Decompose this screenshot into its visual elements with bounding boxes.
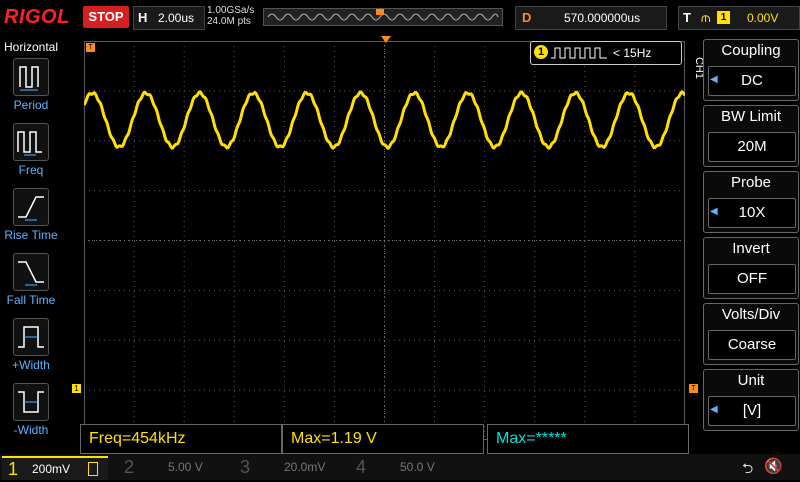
speaker-mute-icon[interactable]: 🔇: [764, 457, 783, 475]
freq-icon: [13, 123, 49, 161]
menu-item-rise-time[interactable]: Rise Time: [0, 188, 62, 248]
bw-limit-title: BW Limit: [721, 108, 781, 125]
t-label: T: [683, 10, 691, 25]
waveform-display[interactable]: [82, 41, 687, 440]
menu-label-plus-width: +Width: [12, 358, 50, 372]
channel-1-tab[interactable]: 1 200mV: [2, 456, 108, 480]
d-label: D: [522, 10, 532, 25]
trigger-display[interactable]: T ⫙ 1 0.00V: [678, 6, 800, 30]
volts-div-menu[interactable]: Volts/Div Coarse: [703, 303, 799, 365]
coupling-value: DC: [708, 66, 796, 96]
trigger-level: 0.00V: [747, 11, 779, 25]
menu-label-rise-time: Rise Time: [4, 228, 58, 242]
minus-width-icon: [13, 383, 49, 421]
run-stop-button[interactable]: STOP: [83, 6, 129, 28]
channel-2-scale: 5.00 V: [168, 460, 203, 474]
channel-3-number: 3: [239, 457, 250, 477]
channel-4-scale: 50.0 V: [400, 460, 435, 474]
trigger-time-marker: T: [86, 43, 95, 52]
bw-limit-menu[interactable]: BW Limit 20M: [703, 105, 799, 167]
channel-2-number: 2: [123, 457, 134, 477]
menu-label-fall-time: Fall Time: [6, 293, 56, 307]
trigger-position-arrow: [381, 36, 391, 43]
unit-menu[interactable]: Unit [V] ◀: [703, 369, 799, 431]
usb-icon: ⮌: [742, 460, 754, 476]
probe-value: 10X: [708, 198, 796, 228]
menu-item-freq[interactable]: Freq: [0, 123, 62, 183]
unit-title: Unit: [737, 372, 765, 389]
sample-rate: 1.00GSa/s: [207, 5, 255, 16]
frequency-counter[interactable]: 1 < 15Hz: [530, 41, 682, 65]
delay-value: 570.000000us: [564, 11, 641, 25]
delay-display[interactable]: D 570.000000us: [515, 6, 667, 30]
measurement-freq[interactable]: Freq=454kHz: [80, 424, 282, 454]
rising-edge-icon: ⫙: [701, 9, 711, 25]
menu-item-fall-time[interactable]: Fall Time: [0, 253, 62, 313]
menu-item-minus-width[interactable]: -Width: [0, 383, 62, 443]
invert-menu[interactable]: Invert OFF: [703, 237, 799, 299]
invert-value: OFF: [708, 264, 796, 294]
menu-label-freq: Freq: [18, 163, 44, 177]
probe-menu[interactable]: Probe 10X ◀: [703, 171, 799, 233]
select-arrow-icon: ◀: [710, 206, 718, 217]
select-arrow-icon: ◀: [710, 74, 718, 85]
probe-title: Probe: [730, 174, 772, 191]
menu-label-period: Period: [13, 98, 49, 112]
channel-1-number: 1: [7, 459, 18, 479]
menu-item-period[interactable]: Period: [0, 58, 62, 118]
menu-item-plus-width[interactable]: +Width: [0, 318, 62, 378]
coupling-menu[interactable]: Coupling DC ◀: [703, 39, 799, 101]
fall-time-icon: [13, 253, 49, 291]
volts-div-value: Coarse: [708, 330, 796, 360]
timebase-value: 2.00us: [158, 11, 195, 25]
period-icon: [13, 58, 49, 96]
memory-depth: 24.0M pts: [207, 16, 251, 27]
measurement-max-ch1-text: Max=1.19 V: [291, 430, 377, 447]
channel-4-tab[interactable]: 4 50.0 V: [350, 456, 462, 478]
left-menu: Period Freq Rise Time Fall Time +Width -…: [0, 0, 62, 450]
counter-channel-badge: 1: [534, 45, 548, 59]
select-arrow-icon: ◀: [710, 404, 718, 415]
channel-3-scale: 20.0mV: [284, 460, 326, 474]
trigger-position-marker: [376, 9, 384, 15]
volts-div-title: Volts/Div: [721, 306, 781, 323]
h-label: H: [138, 10, 148, 25]
waveform-memory-bar[interactable]: [263, 8, 503, 26]
square-wave-icon: [551, 47, 607, 59]
measurement-freq-text: Freq=454kHz: [89, 430, 186, 447]
channel-3-tab[interactable]: 3 20.0mV: [234, 456, 346, 478]
unit-value: [V]: [708, 396, 796, 426]
trigger-source-badge: 1: [717, 11, 730, 24]
memory-waveform-preview: [267, 9, 499, 21]
counter-value: < 15Hz: [613, 46, 652, 60]
measurement-max-ch1[interactable]: Max=1.19 V: [282, 424, 484, 454]
plus-width-icon: [13, 318, 49, 356]
acquisition-info: 1.00GSa/s 24.0M pts: [207, 5, 254, 27]
invert-title: Invert: [732, 240, 770, 257]
ch1-ground-marker[interactable]: 1: [72, 384, 81, 393]
waveform-graticule: [82, 41, 687, 440]
trigger-level-marker[interactable]: T: [689, 384, 698, 393]
bandwidth-limit-icon: [88, 462, 98, 476]
menu-label-minus-width: -Width: [13, 423, 49, 437]
channel-2-tab[interactable]: 2 5.00 V: [118, 456, 230, 478]
channel-4-number: 4: [355, 457, 366, 477]
rise-time-icon: [13, 188, 49, 226]
horizontal-timebase[interactable]: H 2.00us: [133, 6, 205, 30]
ch1-waveform-trace: [82, 89, 687, 150]
bw-limit-value: 20M: [708, 132, 796, 162]
measurement-max-ch2[interactable]: Max=*****: [487, 424, 689, 454]
coupling-title: Coupling: [721, 42, 781, 59]
channel-1-scale: 200mV: [32, 462, 71, 476]
measurement-max-ch2-text: Max=*****: [496, 430, 567, 447]
